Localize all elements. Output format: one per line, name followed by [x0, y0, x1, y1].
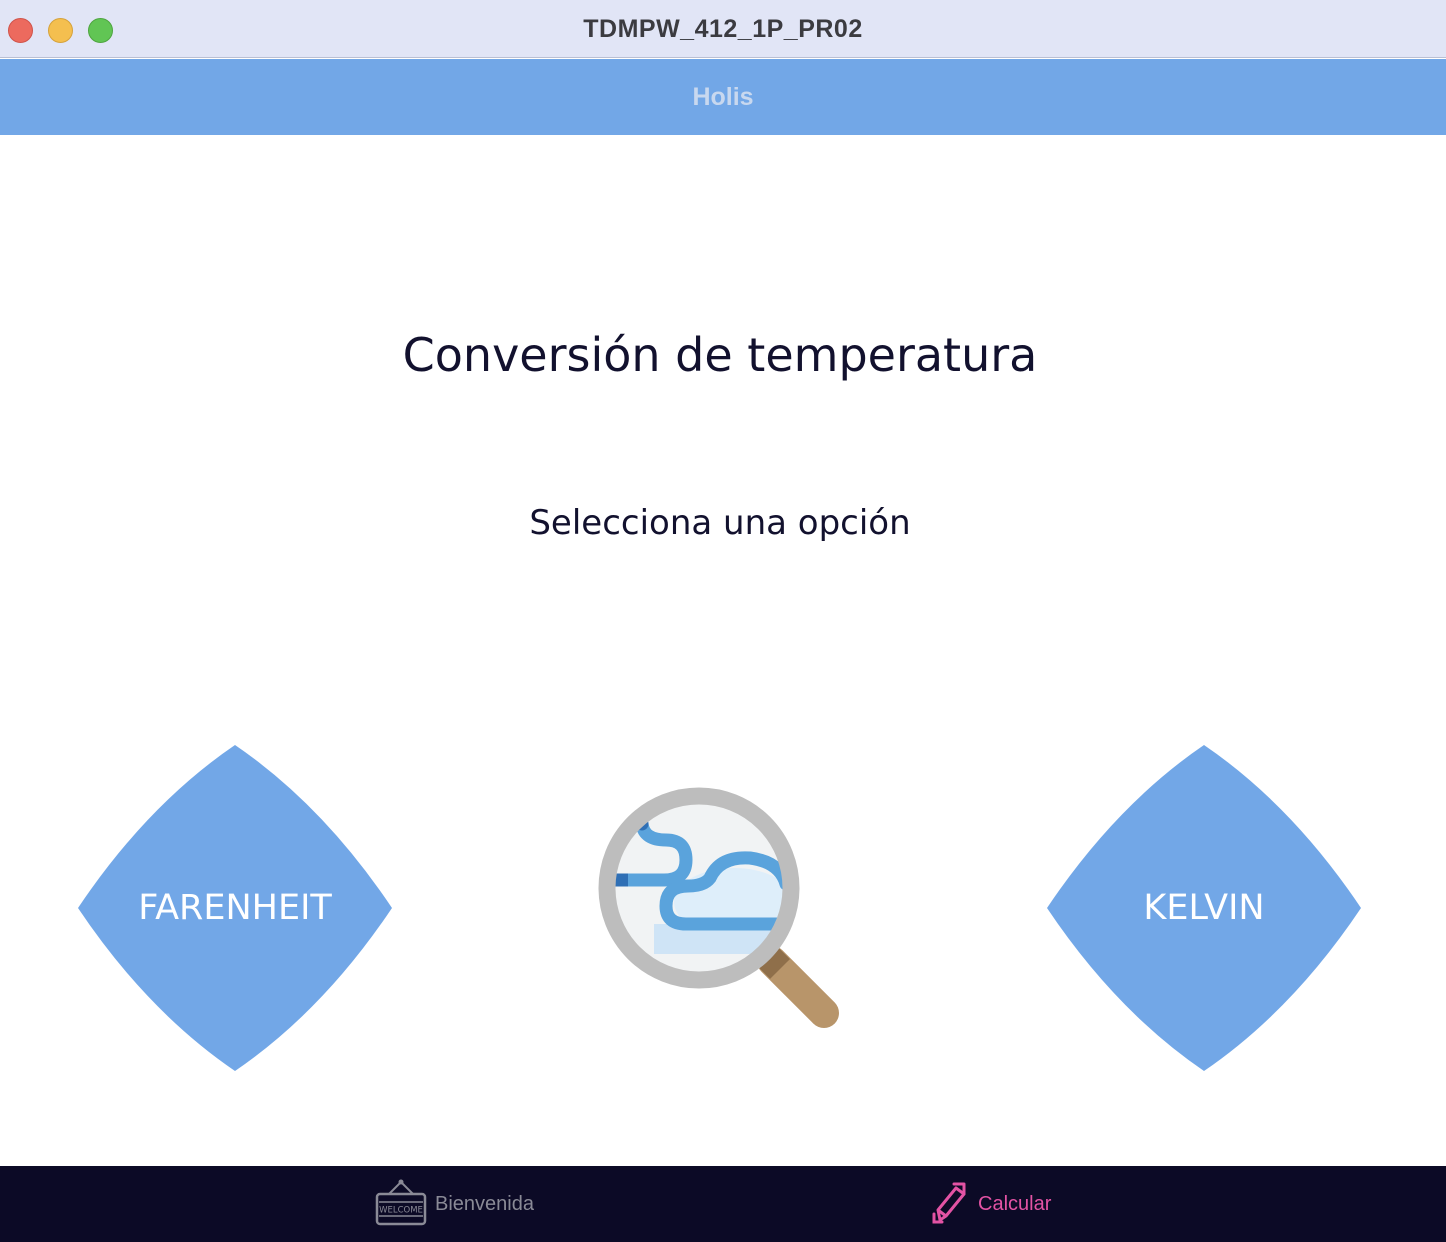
kelvin-option-button[interactable]: KELVIN — [1047, 745, 1361, 1071]
kelvin-option-label: KELVIN — [1143, 888, 1265, 928]
window-titlebar: TDMPW_412_1P_PR02 — [0, 0, 1446, 58]
magnifying-glass-weather-icon — [594, 784, 846, 1034]
page-subtitle: Selecciona una opción — [529, 503, 911, 543]
tab-bienvenida-label: Bienvenida — [435, 1192, 534, 1215]
tab-calcular[interactable]: Calcular — [932, 1166, 1051, 1242]
fahrenheit-option-label: FARENHEIT — [138, 888, 332, 928]
pencil-arrow-icon — [932, 1180, 970, 1228]
fahrenheit-option-button[interactable]: FARENHEIT — [78, 745, 392, 1071]
tab-bienvenida[interactable]: WELCOME Bienvenida — [375, 1166, 534, 1242]
app-header: Holis — [0, 59, 1446, 135]
tab-calcular-label: Calcular — [978, 1192, 1052, 1215]
bottom-tab-bar: WELCOME Bienvenida Calcular — [0, 1166, 1446, 1242]
header-title: Holis — [692, 83, 754, 111]
welcome-sign-icon: WELCOME — [375, 1176, 427, 1232]
page-title: Conversión de temperatura — [402, 328, 1038, 382]
app-window: TDMPW_412_1P_PR02 Holis Conversión de te… — [0, 0, 1446, 1242]
svg-text:WELCOME: WELCOME — [379, 1206, 423, 1216]
window-title: TDMPW_412_1P_PR02 — [583, 15, 863, 43]
